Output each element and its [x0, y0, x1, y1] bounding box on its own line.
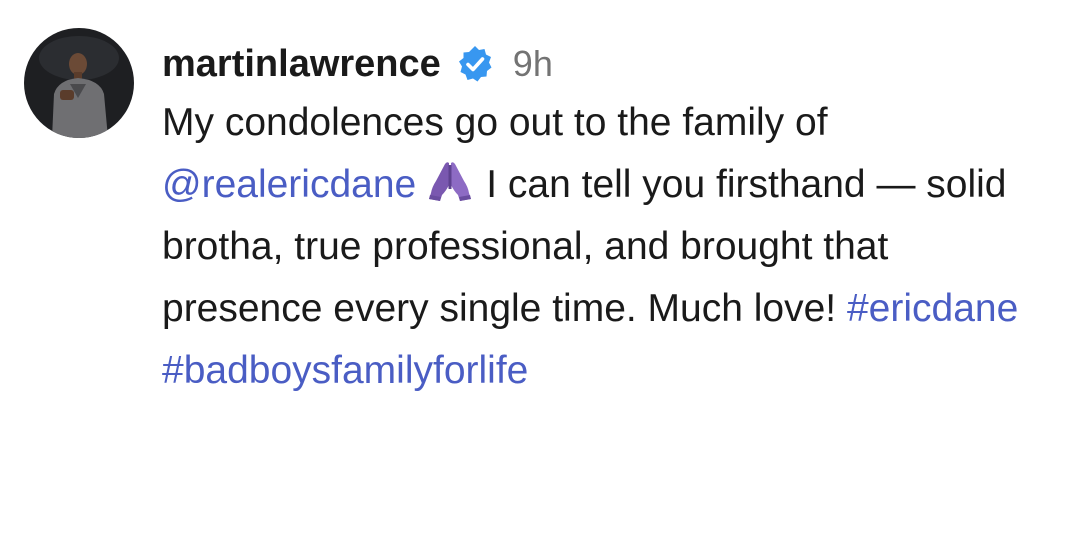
- post-content: martinlawrence 9h My condolences go out …: [162, 36, 1042, 402]
- verified-badge-icon: [455, 44, 495, 84]
- post-caption-card: martinlawrence 9h My condolences go out …: [24, 28, 1054, 508]
- mention-link[interactable]: @realericdane: [162, 163, 416, 206]
- hashtag-link-badboysfamilyforlife[interactable]: #badboysfamilyforlife: [162, 349, 528, 392]
- avatar-photo: [24, 28, 134, 138]
- post-header: martinlawrence 9h: [162, 36, 1042, 92]
- profile-avatar[interactable]: [24, 28, 134, 138]
- hashtag-link-ericdane[interactable]: #ericdane: [847, 287, 1018, 330]
- caption-text-part1: My condolences go out to the family of: [162, 101, 828, 144]
- folded-hands-emoji: [426, 159, 474, 203]
- username-link[interactable]: martinlawrence: [162, 43, 441, 86]
- caption-text: My condolences go out to the family of @…: [162, 92, 1042, 402]
- post-timestamp: 9h: [512, 43, 553, 84]
